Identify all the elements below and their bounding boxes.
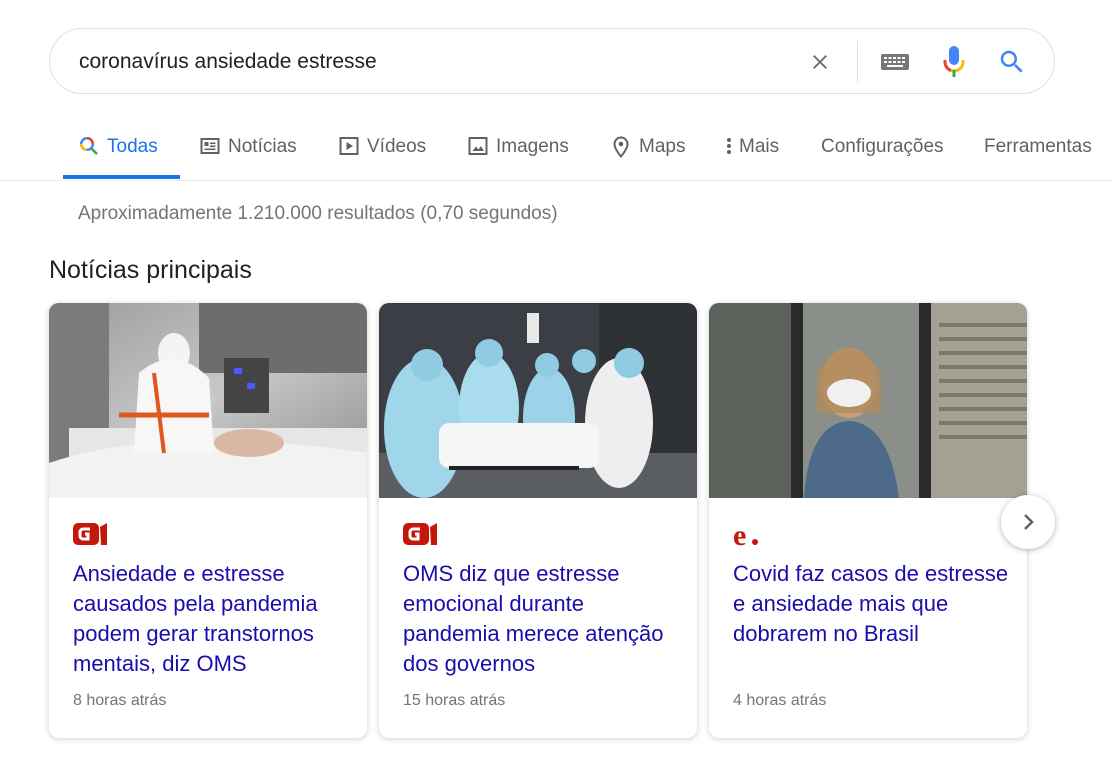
tab-label: Maps [639, 136, 686, 157]
close-icon [813, 55, 827, 69]
news-card[interactable]: Ansiedade e estresse causados pela pande… [49, 303, 367, 738]
tab-noticias[interactable]: Notícias [200, 118, 297, 180]
news-source-logo [403, 521, 443, 554]
play-icon [339, 136, 359, 156]
microphone-icon [943, 46, 965, 77]
results-count: Aproximadamente 1.210.000 resultados (0,… [78, 203, 558, 224]
news-age: 4 horas atrás [733, 692, 827, 709]
news-thumbnail-image [49, 303, 367, 498]
news-source-logo [73, 521, 113, 554]
tab-ferramentas[interactable]: Ferramentas [984, 118, 1092, 180]
news-thumbnail-image [709, 303, 1027, 498]
tab-todas[interactable]: Todas [79, 118, 158, 180]
news-card[interactable]: OMS diz que estresse emocional durante p… [379, 303, 697, 738]
news-headline-link[interactable]: Ansiedade e estresse causados pela pande… [73, 559, 353, 679]
search-box [49, 28, 1055, 94]
map-pin-icon [611, 136, 631, 158]
tab-label: Todas [107, 136, 158, 157]
svg-text:e: e [733, 521, 746, 549]
chevron-right-icon [1024, 514, 1034, 530]
keyboard-button[interactable] [876, 46, 914, 78]
news-age: 15 horas atrás [403, 692, 506, 709]
news-headline-link[interactable]: Covid faz casos de estresse e ansiedade … [733, 559, 1013, 649]
tab-label: Notícias [228, 136, 297, 157]
top-stories-title: Notícias principais [49, 256, 252, 284]
active-tab-indicator [63, 175, 180, 179]
voice-search-button[interactable] [939, 43, 969, 81]
image-icon [468, 136, 488, 156]
tab-label: Configurações [821, 136, 944, 157]
tab-maps[interactable]: Maps [611, 118, 685, 180]
tab-label: Vídeos [367, 136, 427, 157]
tab-videos[interactable]: Vídeos [339, 118, 426, 180]
news-source-logo: e [733, 519, 773, 554]
news-age: 8 horas atrás [73, 692, 167, 709]
tab-label: Ferramentas [984, 136, 1092, 157]
carousel-next-button[interactable] [1001, 495, 1055, 549]
tab-label: Imagens [496, 136, 569, 157]
more-vert-icon [725, 136, 733, 156]
news-card[interactable]: e Covid faz casos de estresse e ansiedad… [709, 303, 1027, 738]
news-icon [200, 136, 220, 156]
news-headline-link[interactable]: OMS diz que estresse emocional durante p… [403, 559, 683, 679]
search-tabs: Todas Notícias Vídeos Imagens Maps Mais … [0, 118, 1113, 180]
news-thumbnail-image [379, 303, 697, 498]
search-button[interactable] [995, 45, 1029, 79]
tab-imagens[interactable]: Imagens [468, 118, 569, 180]
search-icon [1000, 50, 1023, 73]
tabs-divider [0, 180, 1113, 181]
tab-label: Mais [739, 136, 780, 157]
search-divider [857, 41, 858, 83]
tab-configuracoes[interactable]: Configurações [821, 118, 944, 180]
search-input[interactable] [79, 47, 759, 77]
search-icon [79, 136, 99, 156]
tab-mais[interactable]: Mais [725, 118, 779, 180]
clear-search-button[interactable] [804, 46, 836, 78]
keyboard-icon [881, 54, 909, 70]
